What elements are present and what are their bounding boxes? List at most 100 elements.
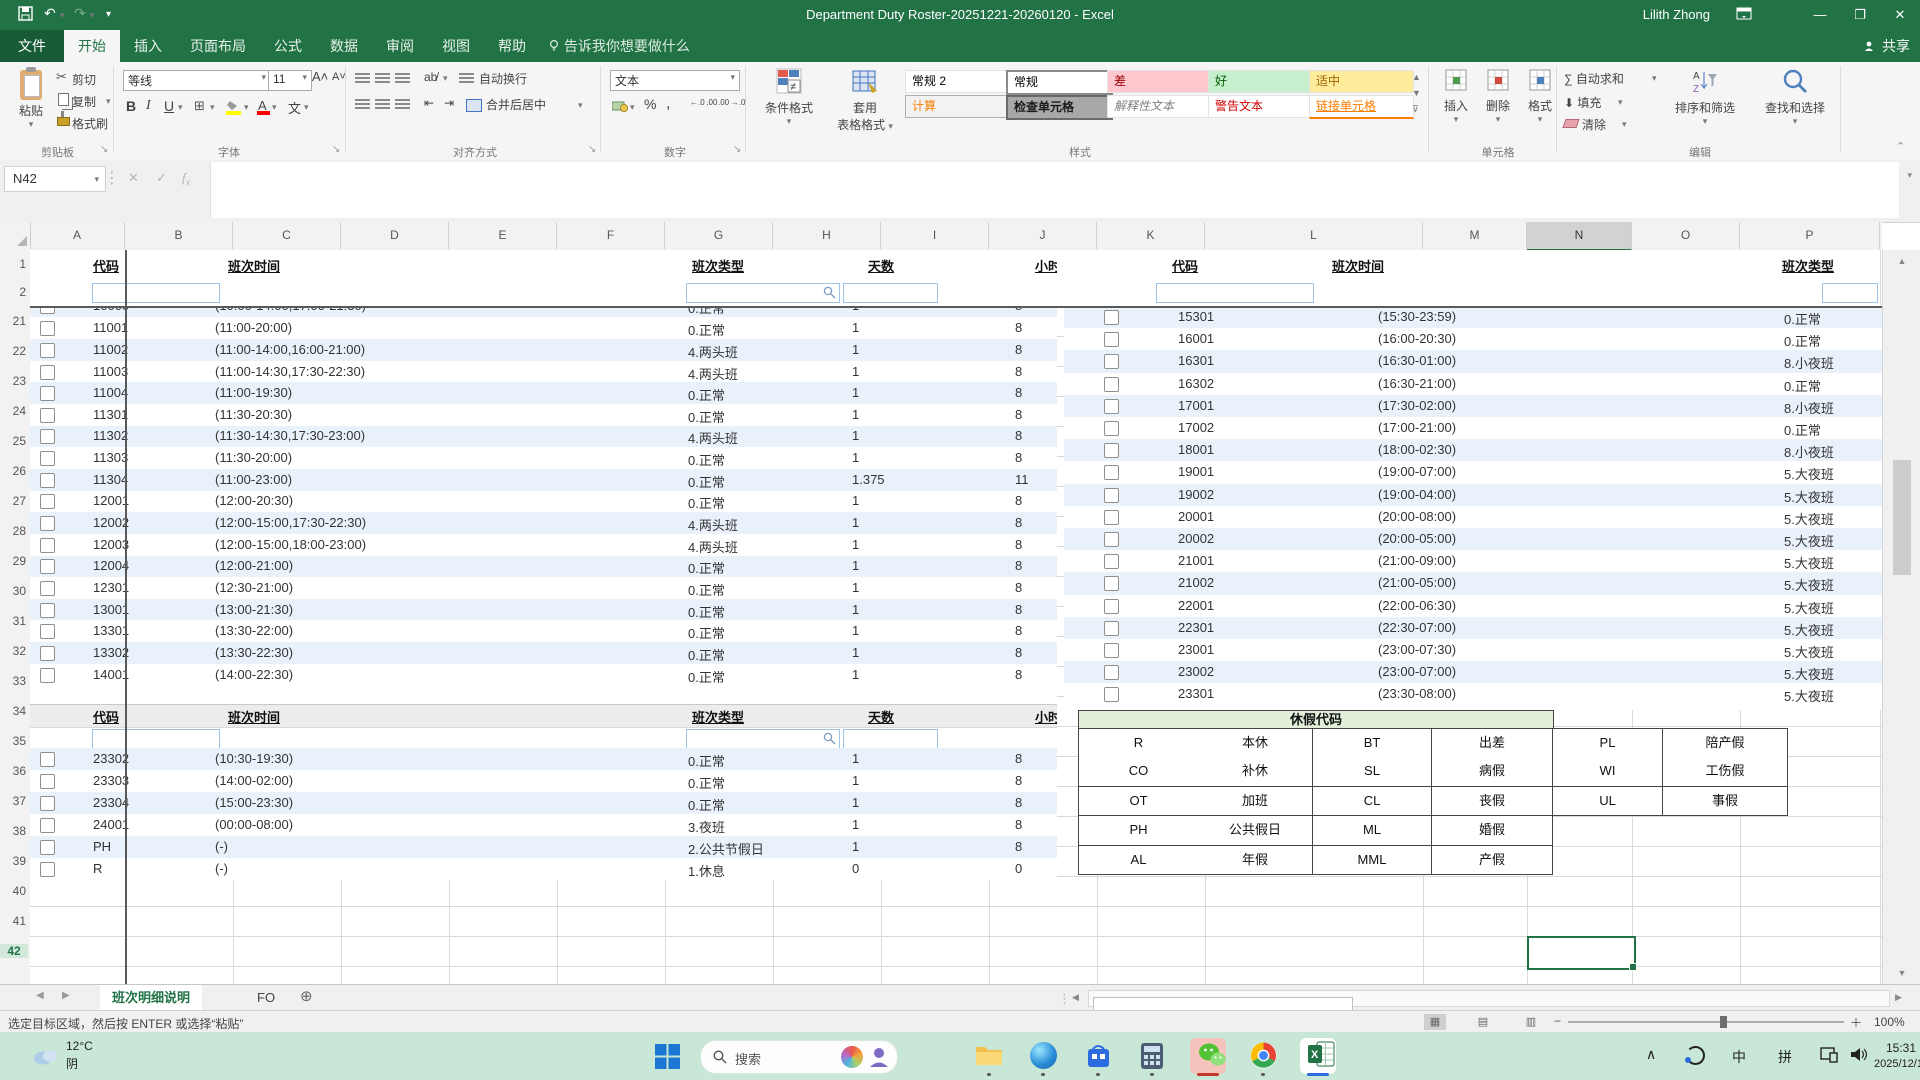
copy-button[interactable]: 复制 [72, 93, 96, 110]
column-header-O[interactable]: O [1632, 222, 1740, 249]
row-checkbox[interactable] [40, 840, 55, 855]
font-family-select[interactable]: 等线▾ [123, 70, 271, 91]
filter-code-input-2[interactable] [92, 729, 220, 749]
comma-style-icon[interactable]: , [666, 95, 670, 113]
dialog-launcher-clipboard-icon[interactable]: ↘ [100, 144, 108, 155]
row-checkbox[interactable] [40, 818, 55, 833]
merge-center-button[interactable]: 合并后居中 [486, 96, 546, 113]
add-sheet-icon[interactable]: ⊕ [300, 987, 313, 1005]
row-header-31[interactable]: 31 [0, 614, 26, 628]
row-checkbox[interactable] [1104, 488, 1119, 503]
filter-right-code-input[interactable] [1156, 283, 1314, 303]
sheet-tab-active[interactable]: 班次明细说明 [100, 985, 202, 1012]
dropdown-icon[interactable]: ▾ [1622, 119, 1627, 130]
column-header-I[interactable]: I [881, 222, 989, 249]
insert-cells-button[interactable]: 插入▾ [1436, 68, 1476, 125]
dropdown-icon[interactable]: ▾ [1618, 97, 1623, 108]
sheet-nav-left-icon[interactable]: ◀ [36, 990, 44, 1001]
sheet-nav-right-icon[interactable]: ▶ [62, 990, 70, 1001]
formula-input[interactable] [210, 162, 1899, 218]
row-checkbox[interactable] [1104, 399, 1119, 414]
row-checkbox[interactable] [40, 646, 55, 661]
dropdown-icon[interactable]: ▾ [210, 102, 215, 113]
collapse-ribbon-icon[interactable]: ⌃ [1896, 140, 1905, 153]
row-header-40[interactable]: 40 [0, 884, 26, 898]
row-checkbox[interactable] [1104, 621, 1119, 636]
autosum-button[interactable]: ∑ 自动求和 [1564, 70, 1624, 87]
fill-color-icon[interactable] [226, 98, 241, 109]
sort-filter-button[interactable]: AZ排序和筛选▾ [1662, 68, 1748, 127]
insert-function-icon[interactable]: fx [182, 170, 190, 189]
row-checkbox[interactable] [40, 408, 55, 423]
start-button-icon[interactable] [655, 1044, 680, 1074]
zoom-out-icon[interactable]: − [1554, 1014, 1561, 1028]
name-box-dropdown-icon[interactable]: ▾ [94, 167, 99, 191]
dropdown-icon[interactable]: ▾ [272, 102, 277, 113]
row-header-1[interactable]: 1 [0, 257, 26, 271]
vertical-scroll-thumb[interactable] [1893, 460, 1911, 575]
orientation-icon[interactable]: ab̸ [424, 70, 437, 84]
format-painter-button[interactable]: 格式刷 [72, 115, 108, 132]
row-header-32[interactable]: 32 [0, 644, 26, 658]
tab-公式[interactable]: 公式 [260, 30, 316, 62]
underline-button[interactable]: U [164, 98, 174, 114]
style-gallery-more-icon[interactable]: ⊽ [1412, 104, 1419, 115]
row-header-24[interactable]: 24 [0, 404, 26, 418]
column-header-H[interactable]: H [773, 222, 881, 249]
dialog-launcher-number-icon[interactable]: ↘ [733, 144, 741, 155]
column-header-J[interactable]: J [989, 222, 1097, 249]
decrease-indent-icon[interactable]: ⇤ [424, 96, 434, 110]
row-checkbox[interactable] [40, 429, 55, 444]
cell-style-链接单元格[interactable]: 链接单元格 [1309, 95, 1414, 119]
row-checkbox[interactable] [1104, 599, 1119, 614]
formula-bar-expand-icon[interactable]: ▾ [1907, 170, 1912, 181]
row-checkbox[interactable] [40, 386, 55, 401]
percent-style-icon[interactable]: % [644, 96, 656, 112]
row-header-34[interactable]: 34 [0, 704, 26, 718]
row-checkbox[interactable] [40, 603, 55, 618]
dropdown-icon[interactable]: ▾ [304, 102, 309, 113]
accounting-format-icon[interactable] [612, 99, 628, 111]
increase-indent-icon[interactable]: ⇥ [444, 96, 454, 110]
style-gallery-down-icon[interactable]: ▼ [1412, 88, 1421, 98]
row-checkbox[interactable] [40, 862, 55, 877]
cell-style-警告文本[interactable]: 警告文本 [1208, 95, 1313, 118]
ribbon-display-options-icon[interactable] [1736, 6, 1752, 27]
valign-top-icon[interactable] [355, 73, 370, 84]
increase-decimal-icon[interactable]: ←.0 .00 [690, 98, 717, 107]
row-header-29[interactable]: 29 [0, 554, 26, 568]
microsoft-store-icon[interactable] [1085, 1042, 1113, 1070]
scroll-down-icon[interactable]: ▼ [1893, 964, 1911, 982]
wechat-icon[interactable] [1197, 1041, 1225, 1069]
row-checkbox[interactable] [1104, 665, 1119, 680]
column-header-G[interactable]: G [665, 222, 773, 249]
zoom-slider-handle[interactable] [1720, 1016, 1727, 1028]
column-header-P[interactable]: P [1740, 222, 1880, 249]
style-gallery-up-icon[interactable]: ▲ [1412, 72, 1421, 82]
decrease-decimal-icon[interactable]: .00 →.0 [718, 98, 745, 107]
format-cells-button[interactable]: 格式▾ [1520, 68, 1560, 125]
row-checkbox[interactable] [40, 451, 55, 466]
account-name[interactable]: Lilith Zhong [1643, 7, 1710, 22]
tab-插入[interactable]: 插入 [120, 30, 176, 62]
row-checkbox[interactable] [40, 321, 55, 336]
calculator-icon[interactable] [1140, 1042, 1168, 1070]
selection-fill-handle[interactable] [1629, 963, 1637, 971]
number-format-select[interactable]: 文本▾ [610, 70, 740, 91]
row-checkbox[interactable] [1104, 421, 1119, 436]
merge-center-icon[interactable] [466, 99, 482, 112]
tab-页面布局[interactable]: 页面布局 [176, 30, 260, 62]
paste-dropdown-icon[interactable]: ▾ [10, 119, 52, 130]
dropdown-icon[interactable]: ▾ [244, 102, 249, 113]
weather-icon[interactable] [30, 1042, 60, 1073]
row-header-22[interactable]: 22 [0, 344, 26, 358]
wrap-text-button[interactable]: 自动换行 [479, 70, 527, 87]
delete-cells-button[interactable]: 删除▾ [1478, 68, 1518, 125]
page-layout-view-icon[interactable]: ▤ [1472, 1014, 1494, 1030]
edge-icon[interactable] [1030, 1042, 1057, 1069]
find-select-dropdown-icon[interactable]: ▾ [1752, 116, 1838, 127]
delete-cells-dropdown-icon[interactable]: ▾ [1478, 114, 1518, 125]
tray-clock[interactable]: 15:312025/12/16 [1874, 1040, 1916, 1072]
halign-center-icon[interactable] [375, 99, 390, 110]
confirm-entry-icon[interactable]: ✓ [156, 170, 167, 186]
